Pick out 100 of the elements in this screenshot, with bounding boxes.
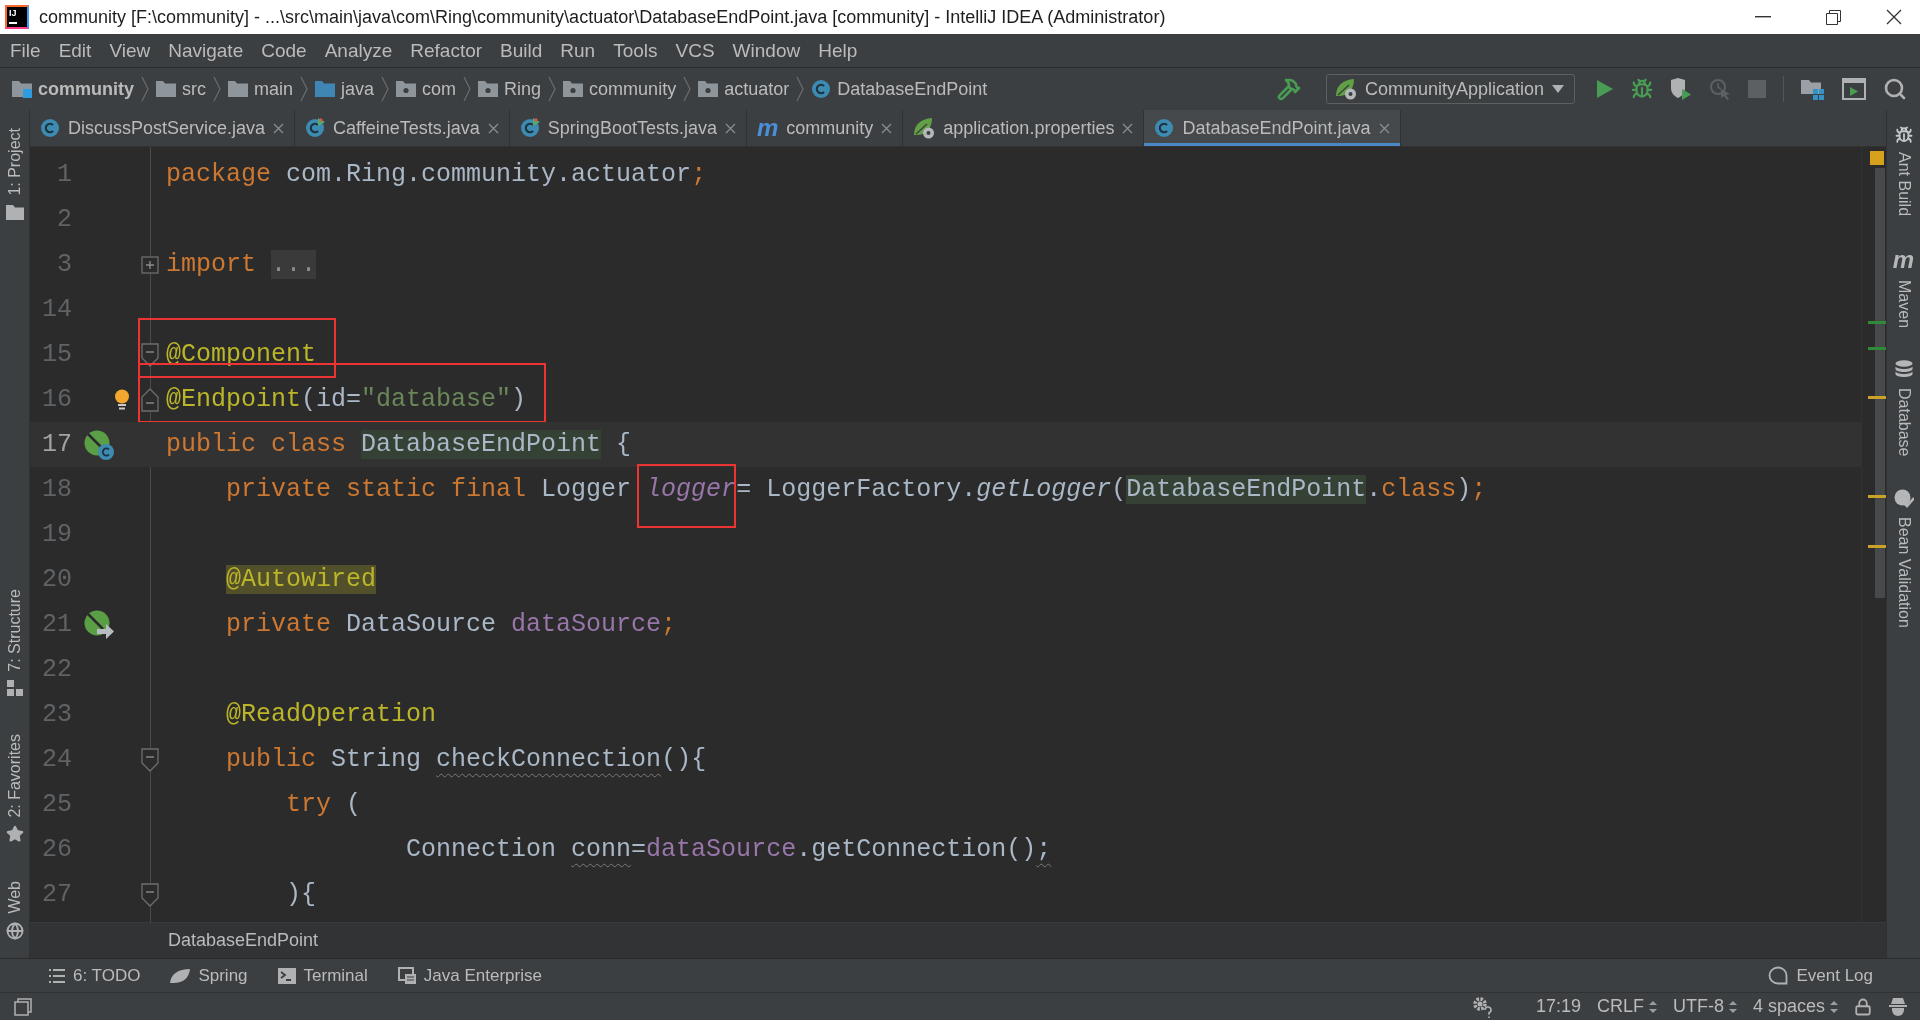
editor-tab[interactable]: application.properties (903, 110, 1145, 146)
folder-icon (228, 80, 248, 98)
line-separator-button[interactable]: CRLF (1588, 996, 1665, 1017)
editor-tab[interactable]: DatabaseEndPoint.java (1144, 110, 1401, 146)
tool-window-button[interactable]: Spring (155, 959, 263, 992)
line-number: 15 (41, 339, 72, 371)
breadcrumb-item[interactable]: com (396, 78, 457, 100)
event-log-button[interactable]: Event Log (1753, 959, 1888, 992)
line-number: 19 (41, 519, 72, 551)
breadcrumb-item[interactable]: community (563, 78, 677, 100)
tool-window-button[interactable]: m Maven (1892, 248, 1915, 329)
breadcrumb-item[interactable]: java (315, 78, 375, 100)
structure-icon[interactable] (6, 679, 23, 696)
tool-window-button[interactable]: 6: TODO (34, 959, 156, 992)
play-icon[interactable] (1596, 79, 1614, 99)
gear-question-icon[interactable] (1471, 995, 1494, 1018)
star-icon[interactable] (5, 825, 24, 844)
hammer-icon[interactable] (1276, 77, 1301, 101)
menu-item[interactable]: Edit (49, 34, 101, 67)
window-play-icon[interactable] (1842, 78, 1866, 100)
breadcrumb-item[interactable]: actuator (698, 78, 790, 100)
breadcrumb-item[interactable]: DatabaseEndPoint (811, 78, 988, 100)
menu-item[interactable]: Window (723, 34, 810, 67)
tool-window-button[interactable]: 1: Project (5, 128, 24, 220)
editor-tab[interactable]: m community (746, 110, 904, 146)
menu-item[interactable]: Help (809, 34, 867, 67)
code-line: @Endpoint(id="database") (166, 384, 527, 416)
code-line: package com.Ring.community.actuator; (166, 159, 707, 191)
encoding-button[interactable]: UTF-8 (1664, 996, 1745, 1017)
package-icon (698, 80, 719, 98)
editor-tab[interactable]: DiscussPostService.java (30, 110, 296, 146)
tool-window-button[interactable]: Terminal (262, 959, 383, 992)
minimize-icon[interactable] (1755, 16, 1771, 18)
tool-window-button[interactable]: Java Enterprise (382, 959, 557, 992)
bug-icon[interactable] (1894, 126, 1913, 144)
folder-grid-icon[interactable] (1801, 78, 1825, 100)
tool-window-button[interactable]: Database (1894, 360, 1913, 457)
search-icon[interactable] (1883, 77, 1907, 101)
tool-window-button[interactable]: 2: Favorites (5, 733, 24, 844)
class-run-icon (519, 118, 540, 138)
menu-item[interactable]: View (100, 34, 160, 67)
globe-icon[interactable] (5, 922, 24, 940)
terminal-icon[interactable] (277, 967, 296, 984)
collapse-icon[interactable] (141, 387, 159, 412)
breadcrumb-item[interactable]: src (156, 78, 206, 100)
breadcrumb-item[interactable]: main (228, 78, 294, 100)
person-hat-icon[interactable] (1888, 996, 1908, 1017)
breadcrumb-item[interactable]: community (12, 78, 134, 100)
package-icon (396, 80, 417, 98)
class-icon (811, 79, 832, 99)
module-folder-icon (12, 80, 32, 98)
menu-item[interactable]: Navigate (159, 34, 253, 67)
indent-button[interactable]: 4 spaces (1744, 996, 1846, 1017)
collapse-icon[interactable] (141, 342, 159, 367)
folder-icon[interactable] (5, 203, 24, 220)
breadcrumb-item[interactable]: DatabaseEndPoint (168, 930, 319, 951)
lock-icon[interactable] (1854, 997, 1872, 1016)
expand-icon[interactable] (141, 255, 159, 274)
tool-window-button[interactable]: 7: Structure (5, 589, 24, 696)
app-logo: IJ (5, 5, 29, 29)
menu-item[interactable]: Analyze (315, 34, 402, 67)
code-line: Connection conn=dataSource.getConnection(); (405, 834, 1052, 866)
editor-tab[interactable]: SpringBootTests.java (509, 110, 747, 146)
leaf-icon[interactable] (170, 967, 191, 984)
class-icon (1154, 118, 1175, 138)
close-icon[interactable] (1886, 9, 1902, 25)
leaf-arrow-icon[interactable] (84, 609, 114, 640)
window-grid-icon[interactable] (397, 967, 416, 984)
bug-icon[interactable] (1631, 78, 1653, 100)
menu-item[interactable]: File (1, 34, 50, 67)
menu-item[interactable]: Tools (604, 34, 667, 67)
collapse-icon[interactable] (141, 747, 159, 772)
menu-item[interactable]: VCS (666, 34, 724, 67)
restore-icon[interactable] (1825, 9, 1841, 25)
collapse-icon[interactable] (141, 882, 159, 907)
check-badge-icon[interactable] (1893, 488, 1914, 509)
run-config-dropdown[interactable]: CommunityApplication (1325, 74, 1575, 104)
lightbulb-icon[interactable] (114, 388, 130, 411)
line-number: 2 (56, 204, 72, 236)
tool-window-button[interactable]: Ant Build (1894, 126, 1913, 217)
line-number: 14 (41, 294, 72, 326)
menu-item[interactable]: Build (491, 34, 552, 67)
leaf-class-icon[interactable] (84, 429, 114, 460)
square-stack-icon[interactable] (14, 997, 32, 1016)
tool-window-button[interactable]: Web (5, 881, 24, 940)
line-number: 18 (41, 474, 72, 506)
line-number: 26 (41, 834, 72, 866)
menu-item[interactable]: Run (551, 34, 605, 67)
scrollbar-thumb[interactable] (1875, 168, 1885, 598)
code-line: public class DatabaseEndPoint { (166, 429, 632, 461)
tool-window-button[interactable]: Bean Validation (1893, 488, 1914, 628)
editor-tab[interactable]: CaffeineTests.java (295, 110, 510, 146)
menu-item[interactable]: Refactor (401, 34, 492, 67)
list-icon[interactable] (49, 968, 65, 983)
caret-position-button[interactable]: 17:19 (1527, 996, 1589, 1017)
maven-icon[interactable]: m (1892, 248, 1915, 273)
breadcrumb-item[interactable]: Ring (478, 78, 542, 100)
shield-play-icon[interactable] (1670, 78, 1692, 100)
menu-item[interactable]: Code (252, 34, 316, 67)
chevron-icon (381, 76, 390, 102)
